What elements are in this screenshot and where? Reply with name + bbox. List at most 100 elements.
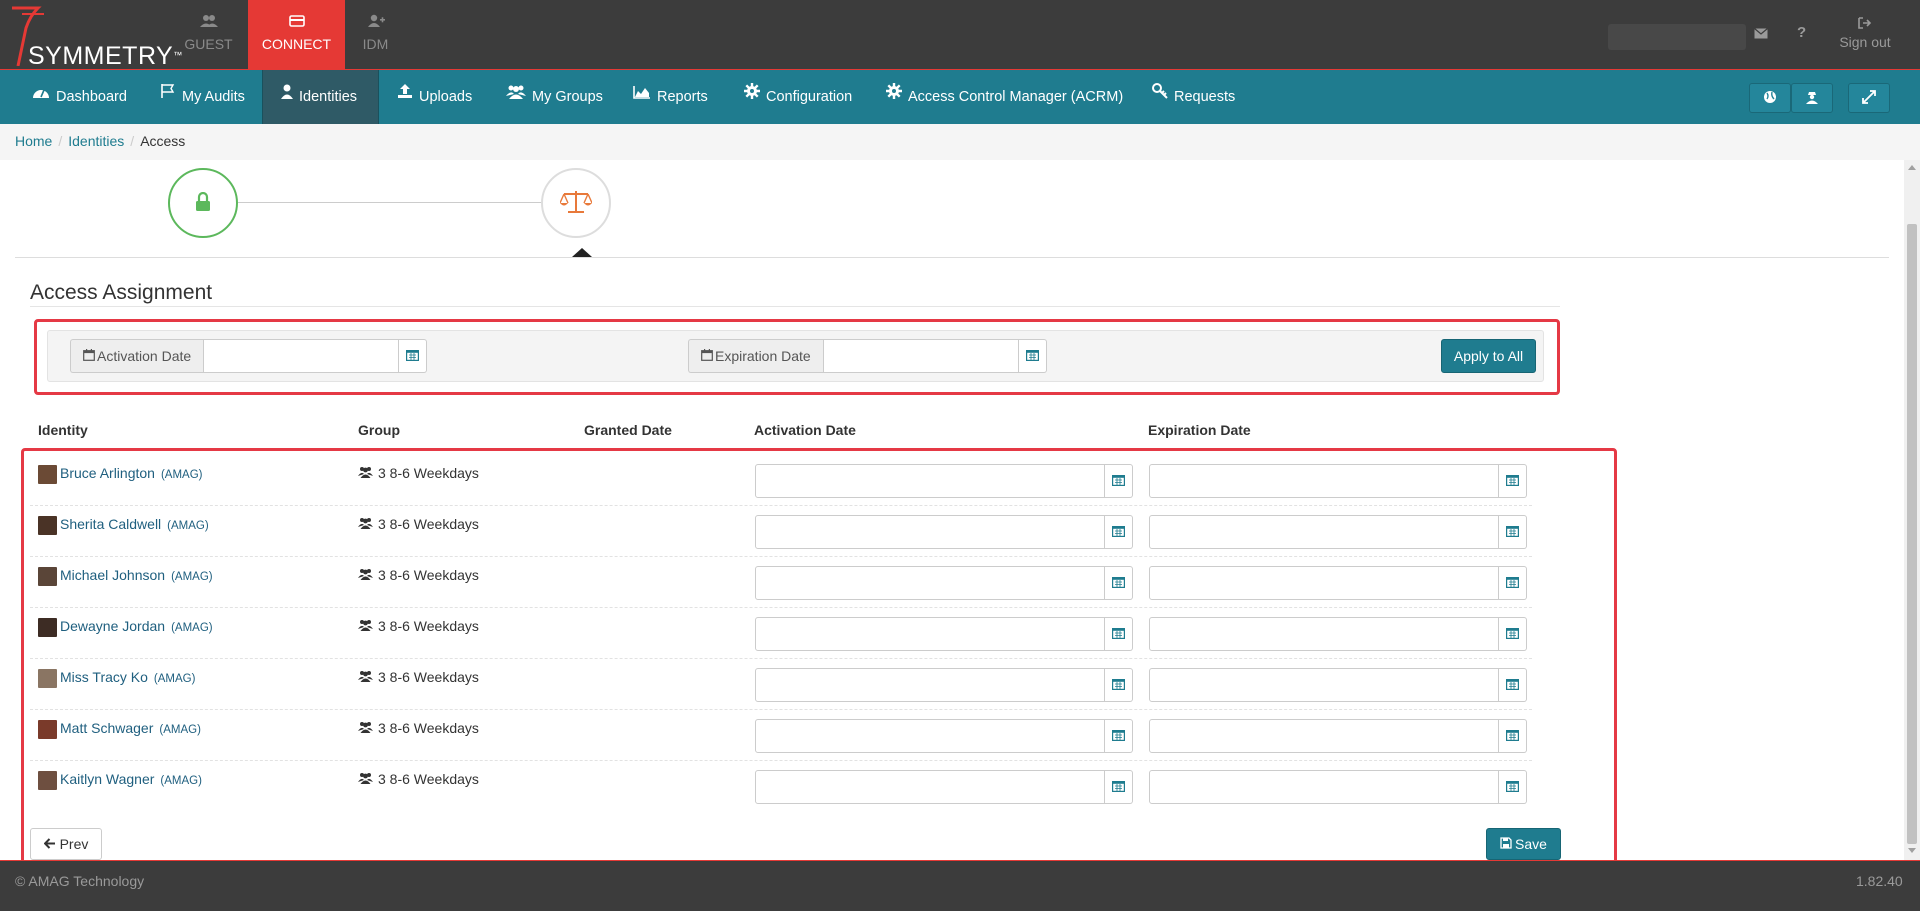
expiration-calendar-button[interactable]: [1499, 515, 1527, 549]
question-icon[interactable]: ?: [1797, 24, 1806, 41]
area-chart-icon: [633, 68, 651, 122]
activation-calendar-button[interactable]: [1105, 770, 1133, 804]
expiration-date-input[interactable]: [1149, 464, 1499, 498]
upload-icon: [397, 68, 413, 122]
language-button[interactable]: [1749, 83, 1791, 113]
bulk-expiration-label: Expiration Date: [688, 339, 823, 373]
expiration-date-input[interactable]: [1149, 668, 1499, 702]
activation-calendar-button[interactable]: [1105, 566, 1133, 600]
identity-link[interactable]: Miss Tracy Ko (AMAG): [60, 669, 195, 685]
breadcrumb: Home / Identities / Access: [0, 124, 1920, 160]
identity-link[interactable]: Sherita Caldwell (AMAG): [60, 516, 209, 532]
apply-to-all-button[interactable]: Apply to All: [1441, 339, 1536, 373]
table-row: Michael Johnson (AMAG) 3 8-6 Weekdays: [30, 557, 1532, 608]
nav-item-reports[interactable]: Reports: [633, 70, 708, 124]
nav-item-uploads[interactable]: Uploads: [397, 70, 472, 124]
activation-date-input[interactable]: [755, 515, 1105, 549]
group-cell: 3 8-6 Weekdays: [358, 771, 479, 787]
activation-date-input[interactable]: [755, 770, 1105, 804]
table-row: Dewayne Jordan (AMAG) 3 8-6 Weekdays: [30, 608, 1532, 659]
activation-date-input[interactable]: [755, 464, 1105, 498]
bulk-activation-calendar-button[interactable]: [399, 339, 428, 373]
users-icon: [358, 771, 373, 787]
top-tab-label: CONNECT: [261, 36, 332, 52]
save-button[interactable]: Save: [1486, 828, 1561, 860]
top-tab-guest[interactable]: GUEST: [160, 0, 257, 70]
calendar-icon: [1112, 626, 1126, 642]
identity-link[interactable]: Bruce Arlington (AMAG): [60, 465, 202, 481]
users-icon: [160, 14, 257, 36]
bulk-expiration-date-input[interactable]: [822, 339, 1019, 373]
group-cell: 3 8-6 Weekdays: [358, 720, 479, 736]
breadcrumb-home[interactable]: Home: [15, 133, 52, 149]
nav-item-identities[interactable]: Identities: [262, 70, 379, 124]
lock-screen-button[interactable]: [1791, 83, 1833, 113]
scroll-thumb[interactable]: [1907, 224, 1917, 844]
symmetry-logo[interactable]: SYMMETRY™: [8, 4, 182, 70]
bulk-expiration-calendar-button[interactable]: [1018, 339, 1047, 373]
avatar: [38, 567, 57, 586]
nav-item-dashboard[interactable]: Dashboard: [32, 70, 127, 124]
activation-calendar-button[interactable]: [1105, 719, 1133, 753]
expiration-date-input[interactable]: [1149, 719, 1499, 753]
identity-link[interactable]: Dewayne Jordan (AMAG): [60, 618, 213, 634]
mail-icon[interactable]: [1754, 26, 1768, 43]
calendar-icon: [83, 340, 95, 372]
gear-icon: [886, 68, 902, 122]
expiration-calendar-button[interactable]: [1499, 464, 1527, 498]
nav-item-my-audits[interactable]: My Audits: [160, 70, 245, 124]
identity-org: (AMAG): [159, 724, 201, 736]
wizard-step-2[interactable]: [541, 168, 611, 238]
avatar: [38, 465, 57, 484]
user-name-area[interactable]: [1608, 24, 1746, 50]
breadcrumb-identities[interactable]: Identities: [68, 133, 124, 149]
activation-date-input[interactable]: [755, 668, 1105, 702]
bulk-activation-date-group: Activation Date: [70, 339, 428, 373]
identity-link[interactable]: Kaitlyn Wagner (AMAG): [60, 771, 202, 787]
activation-calendar-button[interactable]: [1105, 617, 1133, 651]
group-cell: 3 8-6 Weekdays: [358, 465, 479, 481]
sign-out-icon: [1830, 16, 1900, 34]
expand-icon: [1862, 89, 1876, 107]
calendar-icon: [1112, 575, 1126, 591]
activation-calendar-button[interactable]: [1105, 464, 1133, 498]
fullscreen-button[interactable]: [1848, 83, 1890, 113]
wizard-divider: [15, 257, 1889, 258]
activation-calendar-button[interactable]: [1105, 668, 1133, 702]
expiration-calendar-button[interactable]: [1499, 770, 1527, 804]
expiration-calendar-button[interactable]: [1499, 566, 1527, 600]
activation-date-input[interactable]: [755, 719, 1105, 753]
expiration-date-input[interactable]: [1149, 617, 1499, 651]
section-divider: [30, 306, 1560, 307]
wizard-step-1[interactable]: [168, 168, 238, 238]
expiration-date-input[interactable]: [1149, 515, 1499, 549]
prev-button[interactable]: Prev: [30, 828, 102, 860]
scroll-down-icon[interactable]: [1908, 848, 1916, 853]
nav-item-requests[interactable]: Requests: [1152, 70, 1235, 124]
sign-out-button[interactable]: Sign out: [1830, 16, 1900, 50]
nav-item-configuration[interactable]: Configuration: [744, 70, 852, 124]
scroll-up-icon[interactable]: [1908, 165, 1916, 170]
page-scrollbar[interactable]: [1904, 160, 1920, 860]
nav-item-my-groups[interactable]: My Groups: [506, 70, 603, 124]
expiration-date-input[interactable]: [1149, 770, 1499, 804]
avatar: [38, 771, 57, 790]
identity-link[interactable]: Michael Johnson (AMAG): [60, 567, 213, 583]
calendar-icon: [1025, 348, 1039, 364]
identity-link[interactable]: Matt Schwager (AMAG): [60, 720, 201, 736]
expiration-calendar-button[interactable]: [1499, 668, 1527, 702]
nav-item-acrm[interactable]: Access Control Manager (ACRM): [886, 70, 1123, 124]
expiration-calendar-button[interactable]: [1499, 719, 1527, 753]
activation-date-group: [755, 464, 1133, 498]
top-tab-label: GUEST: [184, 36, 233, 52]
expiration-date-input[interactable]: [1149, 566, 1499, 600]
activation-date-input[interactable]: [755, 566, 1105, 600]
top-tab-idm[interactable]: IDM: [327, 0, 424, 70]
activation-calendar-button[interactable]: [1105, 515, 1133, 549]
activation-date-input[interactable]: [755, 617, 1105, 651]
expiration-calendar-button[interactable]: [1499, 617, 1527, 651]
expiration-date-group: [1149, 770, 1527, 804]
calendar-icon: [1506, 728, 1520, 744]
users-icon: [358, 669, 373, 685]
bulk-activation-date-input[interactable]: [203, 339, 400, 373]
